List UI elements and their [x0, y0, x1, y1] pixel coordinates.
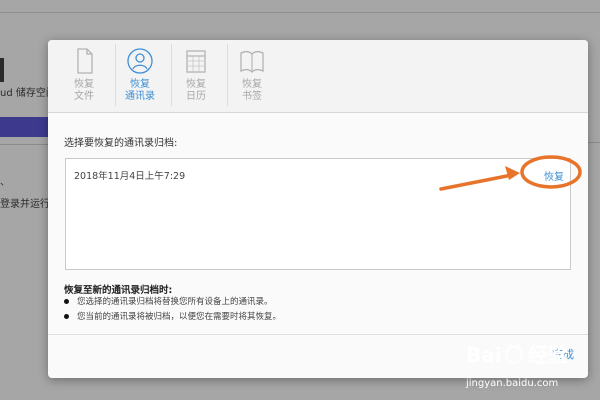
- background-storage-bar: [0, 117, 48, 137]
- tab-restore-files[interactable]: 恢复 文件: [56, 46, 112, 108]
- tab-restore-calendar[interactable]: 恢复 日历: [168, 46, 224, 108]
- calendar-icon: [186, 50, 206, 73]
- archive-list[interactable]: 2018年11月4日上午7:29 恢复: [65, 158, 571, 270]
- background-mark: 、: [0, 177, 10, 188]
- tab-restore-contacts[interactable]: 恢复 通讯录: [112, 46, 168, 108]
- baidu-watermark: Bai 经验 jingyan.baidu.com: [465, 343, 568, 389]
- notes-title: 恢复至新的通讯录归档时:: [64, 285, 173, 296]
- tab-bookmarks-label-2: 书签: [242, 91, 262, 102]
- restore-tabbar: 恢复 文件 恢复 通讯录 恢复 日历 恢复 书签: [48, 40, 588, 113]
- watermark-url: jingyan.baidu.com: [465, 378, 558, 389]
- tab-contacts-label-1: 恢复: [130, 79, 150, 90]
- notes-item: 您选择的通讯录归档将替换您所有设备上的通讯录。: [64, 295, 273, 307]
- bullet-icon: [64, 314, 69, 319]
- bullet-icon: [64, 299, 69, 304]
- document-icon: [77, 48, 93, 74]
- notes-item-text: 您选择的通讯录归档将替换您所有设备上的通讯录。: [77, 297, 273, 307]
- tab-files-label-2: 文件: [74, 91, 94, 102]
- watermark-brand: Bai: [466, 343, 502, 367]
- archive-date: 2018年11月4日上午7:29: [74, 171, 186, 182]
- archive-select-prompt: 选择要恢复的通讯录归档:: [64, 138, 178, 149]
- tab-calendar-label-2: 日历: [186, 91, 206, 102]
- background-divider: [0, 144, 48, 145]
- restore-button[interactable]: 恢复: [544, 168, 564, 183]
- tab-calendar-label-1: 恢复: [186, 79, 206, 90]
- restore-dialog: 恢复 文件 恢复 通讯录 恢复 日历 恢复 书签 选择要恢复的通讯录归档: 20…: [48, 40, 588, 378]
- tab-files-label-1: 恢复: [74, 79, 94, 90]
- watermark-brand-2: 经验: [528, 343, 568, 367]
- background-device-icon: [0, 58, 4, 82]
- notes-item: 您当前的通讯录将被归档，以便您在需要时将其恢复。: [64, 310, 281, 322]
- tab-restore-bookmarks[interactable]: 恢复 书签: [224, 46, 280, 108]
- contact-icon: [127, 48, 153, 74]
- tab-contacts-label-2: 通讯录: [125, 91, 155, 102]
- background-top-divider: [0, 12, 600, 13]
- tab-bookmarks-label-1: 恢复: [242, 79, 262, 90]
- book-icon: [240, 50, 264, 73]
- paw-icon: [505, 344, 523, 364]
- notes-item-text: 您当前的通讯录将被归档，以便您在需要时将其恢复。: [77, 312, 282, 322]
